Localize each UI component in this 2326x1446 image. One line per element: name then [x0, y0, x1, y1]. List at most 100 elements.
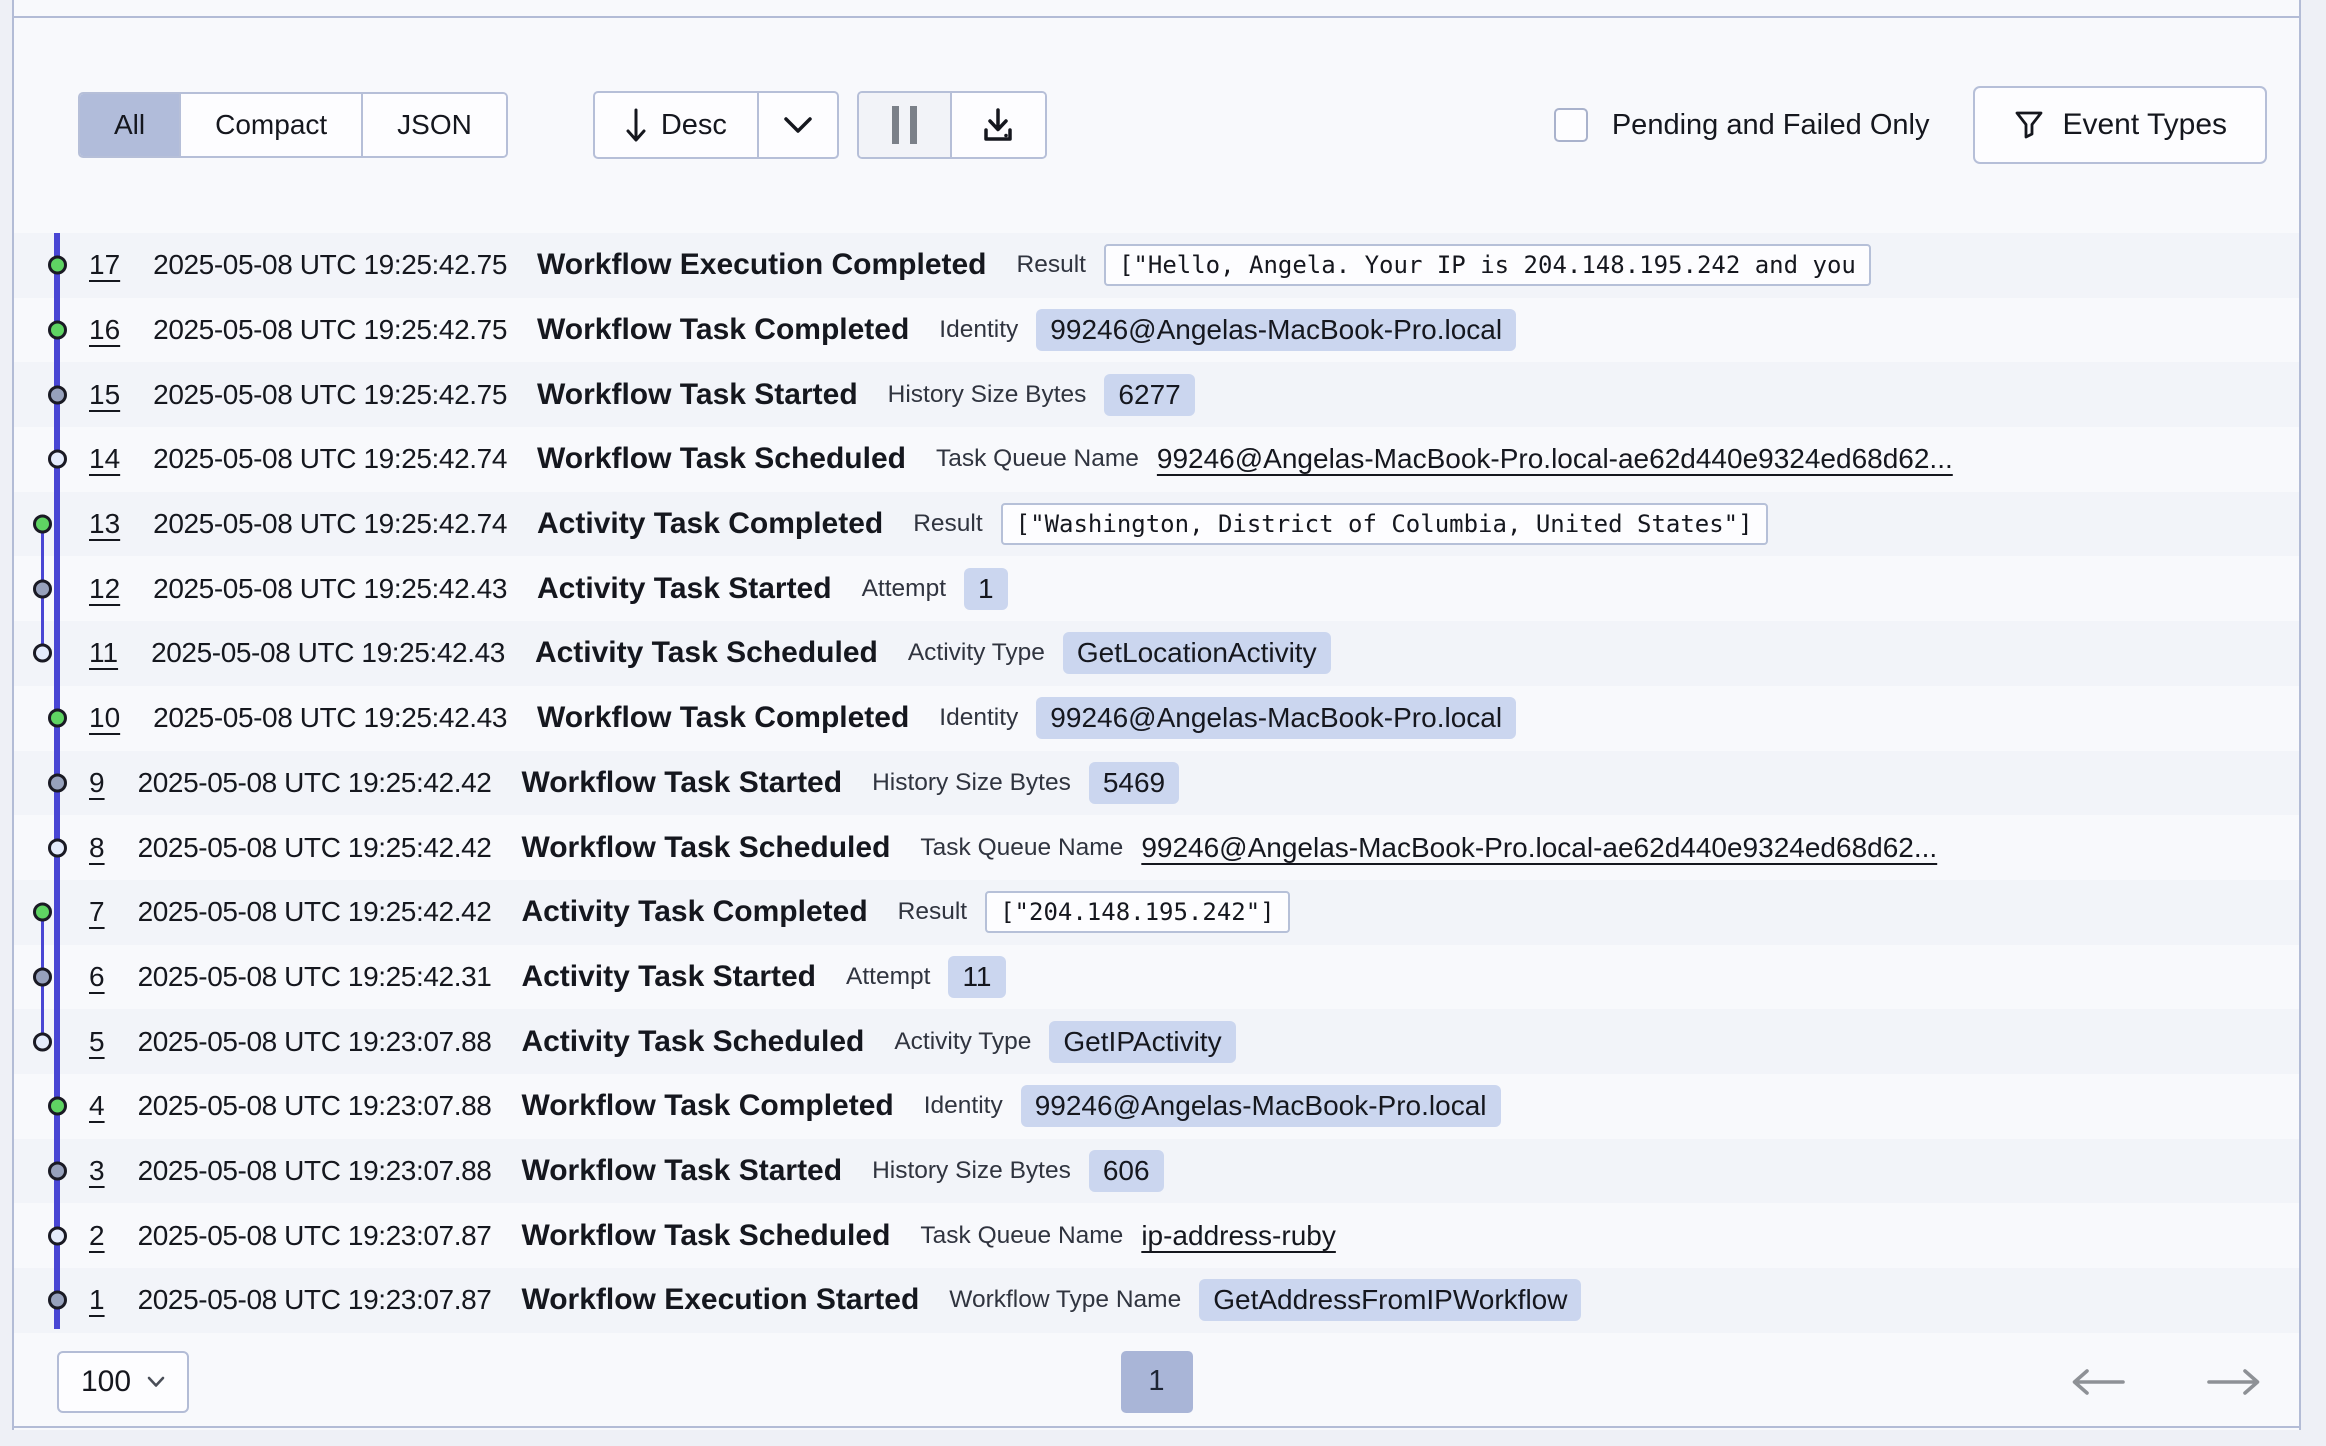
event-id-link[interactable]: 10 [89, 702, 120, 734]
event-id-link[interactable]: 2 [89, 1220, 105, 1252]
status-dot [48, 450, 67, 469]
event-row[interactable]: 9 2025-05-08 UTC 19:25:42.42 Workflow Ta… [14, 751, 2299, 816]
status-dot [48, 321, 67, 340]
event-detail-label: Result [913, 510, 982, 538]
event-detail-value[interactable]: 99246@Angelas-MacBook-Pro.local-ae62d440… [1141, 832, 1937, 864]
event-name: Workflow Task Completed [537, 701, 909, 735]
event-timestamp: 2025-05-08 UTC 19:25:42.42 [138, 832, 492, 864]
event-id-link[interactable]: 8 [89, 832, 105, 864]
download-icon [978, 105, 1018, 145]
event-timestamp: 2025-05-08 UTC 19:25:42.74 [153, 508, 507, 540]
pending-failed-checkbox[interactable] [1554, 108, 1588, 142]
view-toggle-compact[interactable]: Compact [179, 94, 361, 156]
event-timestamp: 2025-05-08 UTC 19:25:42.75 [153, 249, 507, 281]
event-row[interactable]: 15 2025-05-08 UTC 19:25:42.75 Workflow T… [14, 362, 2299, 427]
view-toggle-all[interactable]: All [80, 94, 179, 156]
sort-order-label: Desc [661, 109, 727, 142]
event-row[interactable]: 11 2025-05-08 UTC 19:25:42.43 Activity T… [14, 621, 2299, 686]
pending-failed-toggle[interactable]: Pending and Failed Only [1554, 108, 1930, 142]
status-dot [48, 1097, 67, 1116]
event-detail-label: Attempt [846, 963, 930, 991]
event-name: Activity Task Completed [537, 507, 883, 541]
event-detail-value: ["Hello, Angela. Your IP is 204.148.195.… [1104, 244, 1871, 286]
sort-order-button[interactable]: Desc [595, 93, 757, 157]
event-id-link[interactable]: 17 [89, 249, 120, 281]
event-detail-label: History Size Bytes [888, 381, 1087, 409]
event-name: Activity Task Completed [521, 895, 867, 929]
event-detail-value[interactable]: ip-address-ruby [1141, 1220, 1336, 1252]
event-row[interactable]: 12 2025-05-08 UTC 19:25:42.43 Activity T… [14, 556, 2299, 621]
event-detail-label: Result [898, 898, 967, 926]
event-detail-label: Task Queue Name [920, 834, 1123, 862]
sort-order-menu-button[interactable] [757, 93, 837, 157]
page-size-value: 100 [81, 1365, 131, 1399]
current-page-indicator[interactable]: 1 [1121, 1351, 1193, 1413]
event-detail-label: History Size Bytes [872, 1157, 1071, 1185]
panel-top-border [14, 16, 2299, 18]
page-size-select[interactable]: 100 [57, 1351, 189, 1413]
view-toggle-group: All Compact JSON [78, 92, 508, 158]
event-detail-value[interactable]: 99246@Angelas-MacBook-Pro.local-ae62d440… [1157, 443, 1953, 475]
pagination-arrows [2069, 1367, 2263, 1397]
event-row[interactable]: 16 2025-05-08 UTC 19:25:42.75 Workflow T… [14, 298, 2299, 363]
event-id-link[interactable]: 6 [89, 961, 105, 993]
event-detail-value: GetAddressFromIPWorkflow [1199, 1279, 1581, 1321]
event-row[interactable]: 8 2025-05-08 UTC 19:25:42.42 Workflow Ta… [14, 815, 2299, 880]
event-detail-label: Workflow Type Name [949, 1286, 1181, 1314]
pending-failed-label: Pending and Failed Only [1612, 109, 1930, 142]
event-row[interactable]: 3 2025-05-08 UTC 19:23:07.88 Workflow Ta… [14, 1139, 2299, 1204]
event-name: Workflow Execution Completed [537, 248, 987, 282]
event-id-link[interactable]: 14 [89, 443, 120, 475]
event-row[interactable]: 1 2025-05-08 UTC 19:23:07.87 Workflow Ex… [14, 1268, 2299, 1333]
download-button[interactable] [952, 93, 1045, 157]
status-dot [33, 515, 52, 534]
event-timestamp: 2025-05-08 UTC 19:23:07.88 [138, 1090, 492, 1122]
event-timestamp: 2025-05-08 UTC 19:25:42.31 [138, 961, 492, 993]
event-row[interactable]: 13 2025-05-08 UTC 19:25:42.74 Activity T… [14, 492, 2299, 557]
event-id-link[interactable]: 3 [89, 1155, 105, 1187]
event-detail-value: 5469 [1089, 762, 1179, 804]
event-row[interactable]: 5 2025-05-08 UTC 19:23:07.88 Activity Ta… [14, 1009, 2299, 1074]
sort-desc-icon [625, 107, 647, 143]
event-id-link[interactable]: 5 [89, 1026, 105, 1058]
event-name: Workflow Execution Started [521, 1283, 919, 1317]
event-row[interactable]: 10 2025-05-08 UTC 19:25:42.43 Workflow T… [14, 686, 2299, 751]
event-row[interactable]: 14 2025-05-08 UTC 19:25:42.74 Workflow T… [14, 427, 2299, 492]
event-name: Workflow Task Completed [537, 313, 909, 347]
event-id-link[interactable]: 4 [89, 1090, 105, 1122]
event-name: Workflow Task Completed [521, 1089, 893, 1123]
event-detail-label: Task Queue Name [920, 1222, 1123, 1250]
event-row[interactable]: 6 2025-05-08 UTC 19:25:42.31 Activity Ta… [14, 945, 2299, 1010]
event-name: Workflow Task Started [521, 1154, 842, 1188]
event-history-panel: All Compact JSON Desc [12, 0, 2301, 1430]
event-id-link[interactable]: 9 [89, 767, 105, 799]
event-id-link[interactable]: 11 [89, 637, 118, 669]
event-id-link[interactable]: 7 [89, 896, 105, 928]
event-row[interactable]: 17 2025-05-08 UTC 19:25:42.75 Workflow E… [14, 233, 2299, 298]
event-row[interactable]: 2 2025-05-08 UTC 19:23:07.87 Workflow Ta… [14, 1203, 2299, 1268]
event-types-filter-button[interactable]: Event Types [1973, 86, 2267, 164]
chevron-down-icon [783, 116, 813, 134]
status-dot [48, 256, 67, 275]
next-page-button[interactable] [2205, 1367, 2263, 1397]
status-dot [33, 1032, 52, 1051]
event-detail-value: GetLocationActivity [1063, 632, 1331, 674]
event-name: Workflow Task Scheduled [521, 831, 890, 865]
event-id-link[interactable]: 15 [89, 379, 120, 411]
view-toggle-json[interactable]: JSON [361, 94, 506, 156]
event-id-link[interactable]: 1 [89, 1284, 105, 1316]
event-history-list: 17 2025-05-08 UTC 19:25:42.75 Workflow E… [14, 233, 2299, 1333]
pause-icon [892, 106, 917, 144]
event-name: Activity Task Started [521, 960, 816, 994]
event-row[interactable]: 7 2025-05-08 UTC 19:25:42.42 Activity Ta… [14, 880, 2299, 945]
pause-button[interactable] [859, 93, 952, 157]
event-id-link[interactable]: 12 [89, 573, 120, 605]
event-detail-label: Identity [924, 1092, 1003, 1120]
event-detail-value: GetIPActivity [1049, 1021, 1235, 1063]
event-id-link[interactable]: 16 [89, 314, 120, 346]
event-detail-label: Attempt [862, 575, 946, 603]
event-row[interactable]: 4 2025-05-08 UTC 19:23:07.88 Workflow Ta… [14, 1074, 2299, 1139]
event-id-link[interactable]: 13 [89, 508, 120, 540]
previous-page-button[interactable] [2069, 1367, 2127, 1397]
status-dot [48, 1291, 67, 1310]
